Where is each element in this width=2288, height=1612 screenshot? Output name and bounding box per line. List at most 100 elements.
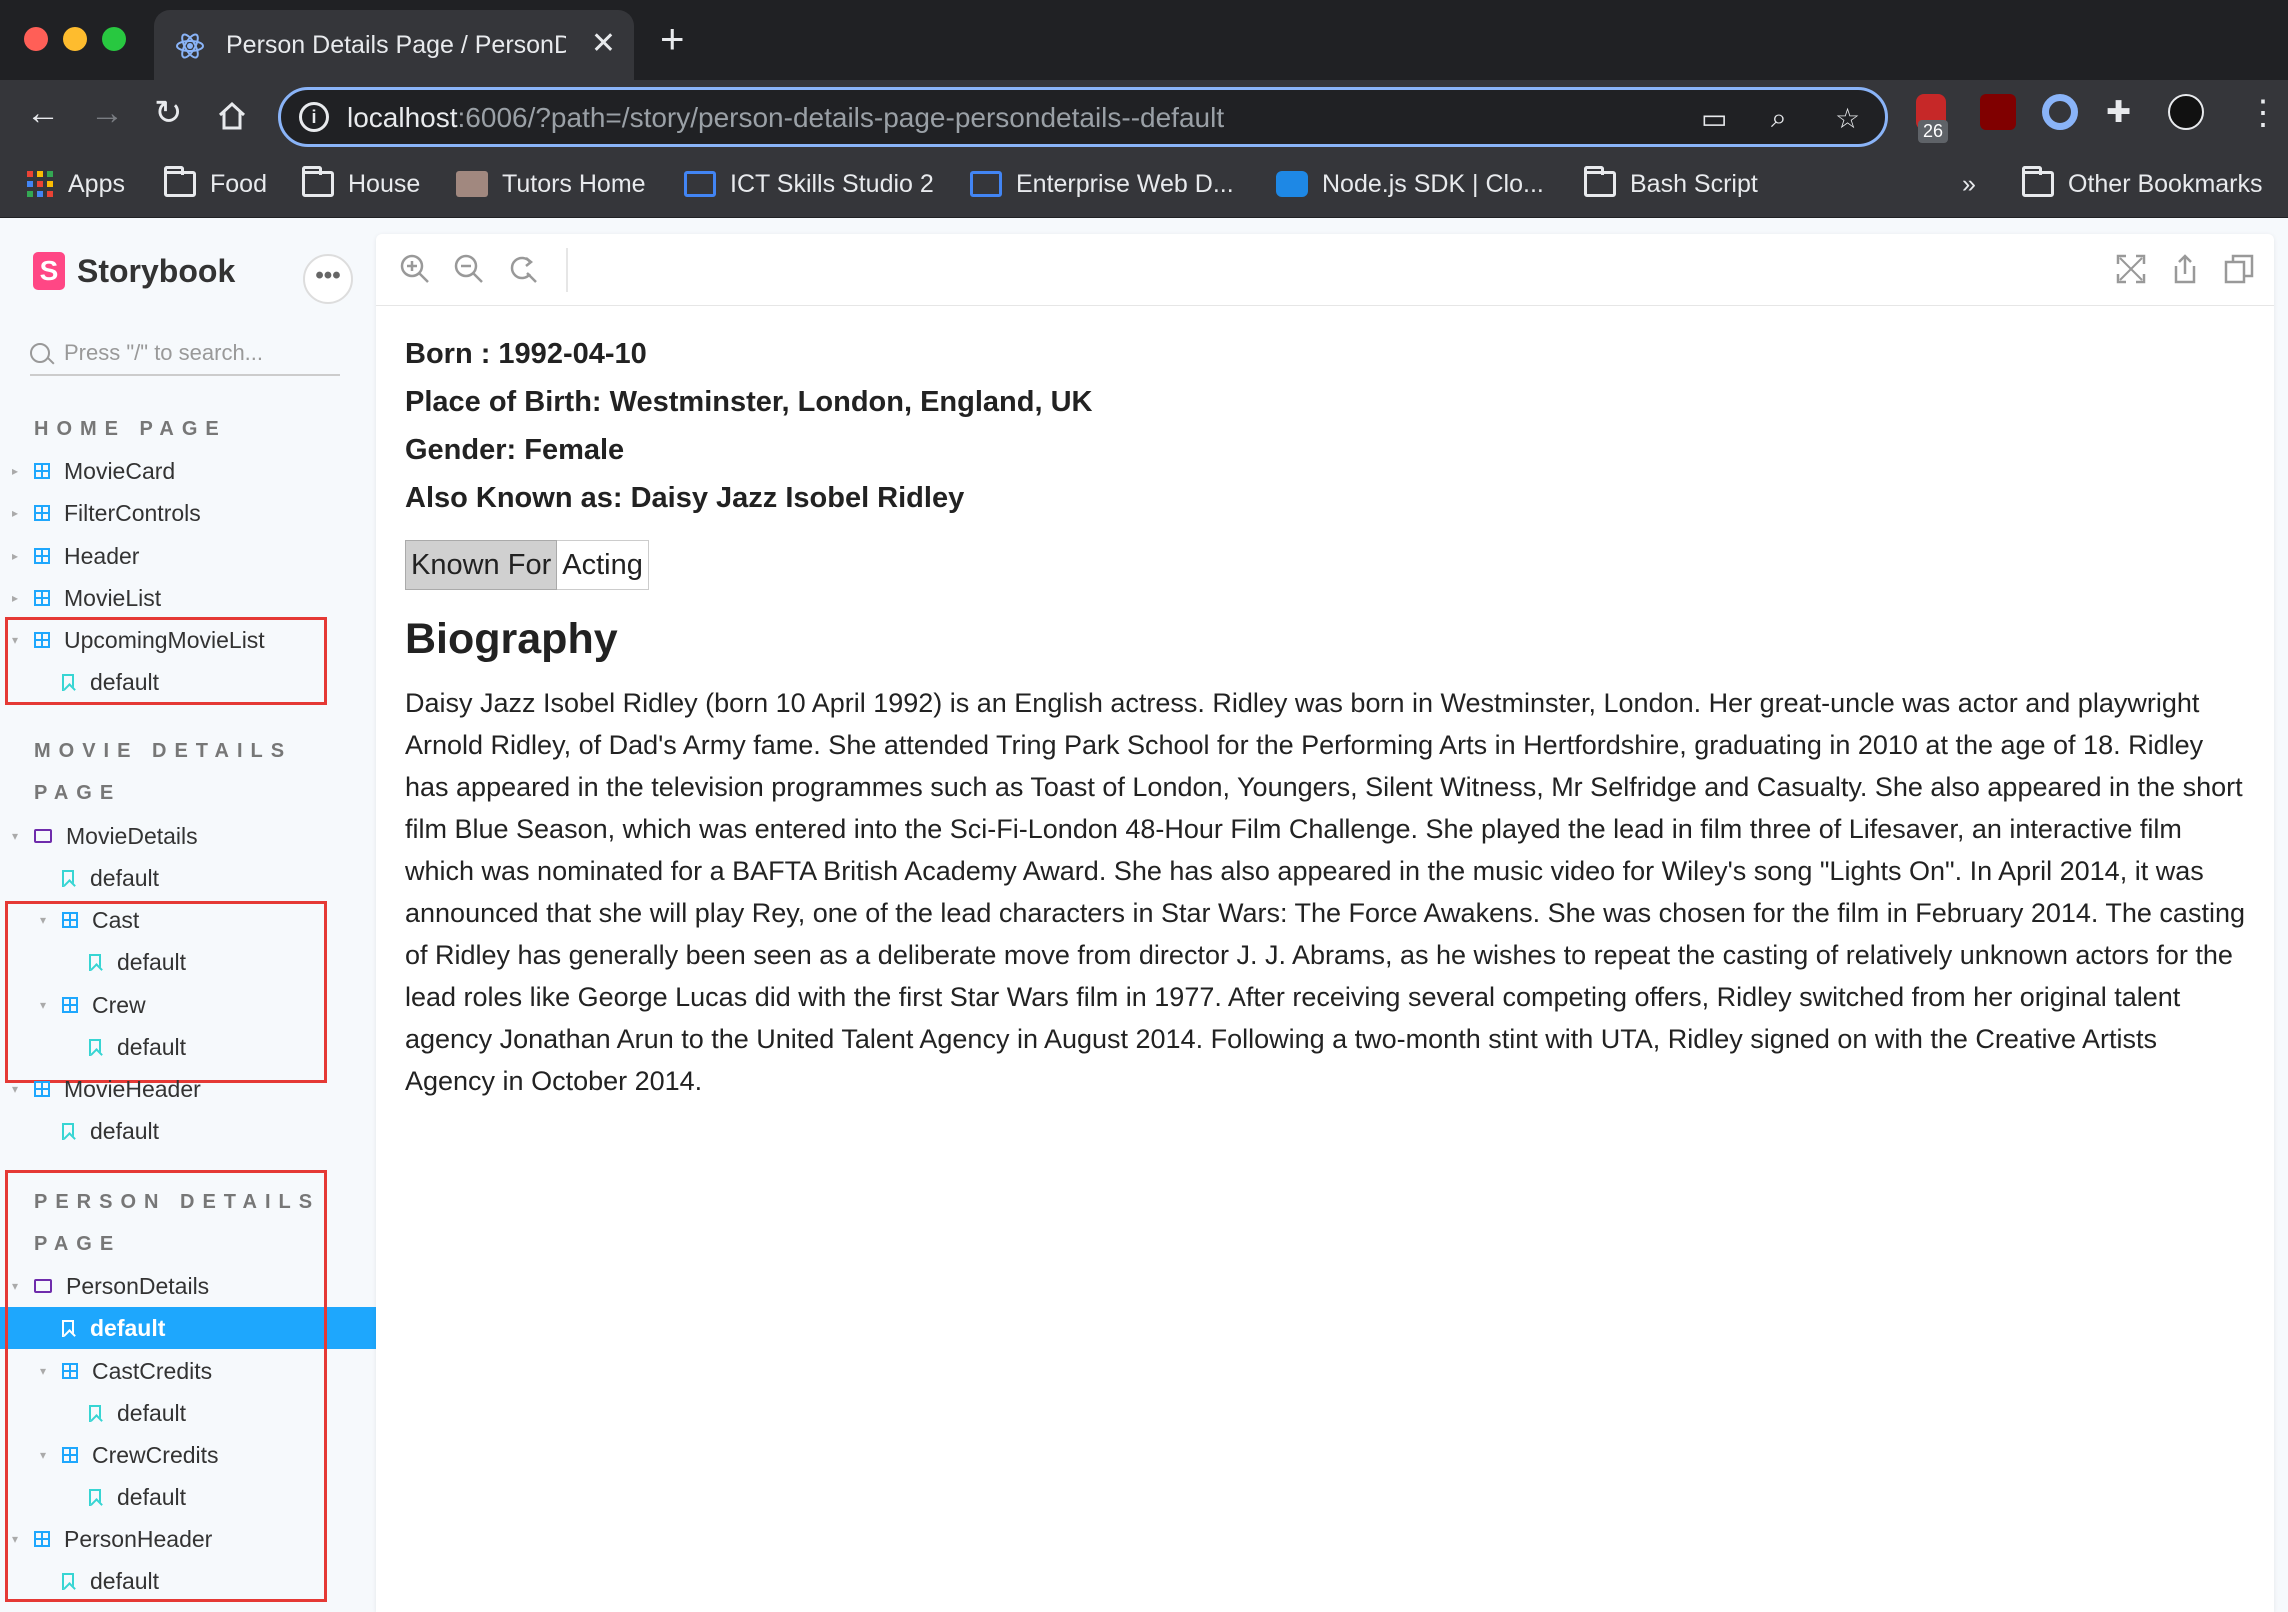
extensions-puzzle-icon[interactable]: ✚	[2106, 98, 2131, 128]
maximize-window-button[interactable]	[102, 27, 126, 51]
gender-text: Gender: Female	[405, 434, 625, 466]
new-tab-button[interactable]: +	[660, 18, 685, 60]
tree-item-moviecard[interactable]: ▸ MovieCard	[0, 450, 376, 492]
search-placeholder: Press "/" to search...	[64, 340, 264, 365]
component-icon	[34, 548, 50, 564]
site-icon	[684, 171, 716, 197]
minimize-window-button[interactable]	[63, 27, 87, 51]
story-upcomingmovielist-default[interactable]: default	[0, 661, 376, 703]
bookmark-star-icon[interactable]: ☆	[1835, 102, 1860, 135]
tree-item-moviedetails[interactable]: ▾ MovieDetails	[0, 815, 376, 857]
component-icon	[34, 590, 50, 606]
extension-badge: 26	[1918, 120, 1949, 143]
ring-extension-icon[interactable]	[2042, 94, 2078, 130]
bookmark-icon	[62, 1122, 74, 1140]
bookmark-enterprise-web[interactable]: Enterprise Web D...	[970, 164, 1234, 204]
reload-icon[interactable]: ↻	[154, 96, 183, 130]
tree-item-label: default	[117, 1399, 187, 1426]
cast-icon[interactable]: ▭	[1701, 102, 1727, 135]
component-icon	[34, 632, 50, 648]
section-movie-details-page: MOVIE DETAILS	[34, 740, 293, 762]
story-persondetails-default-selected[interactable]: default	[0, 1307, 376, 1349]
expanded-arrow-icon: ▾	[40, 1448, 47, 1462]
tree-item-persondetails[interactable]: ▾ PersonDetails	[0, 1265, 376, 1307]
story-personheader-default[interactable]: default	[0, 1560, 376, 1602]
browser-menu-icon[interactable]: ⋮	[2246, 96, 2280, 130]
bookmark-ict-skills[interactable]: ICT Skills Studio 2	[684, 164, 934, 204]
zoom-icon[interactable]: ⌕	[1771, 102, 1787, 135]
bookmark-food[interactable]: Food	[164, 164, 267, 204]
story-movieheader-default[interactable]: default	[0, 1110, 376, 1152]
tree-item-label: Header	[64, 542, 140, 569]
storybook-logo[interactable]: S Storybook	[33, 252, 235, 290]
story-crew-default[interactable]: default	[0, 1026, 376, 1068]
bookmark-apps[interactable]: Apps	[26, 164, 125, 204]
zoom-in-icon[interactable]	[398, 252, 432, 286]
folder-icon	[34, 829, 52, 843]
bookmarks-overflow-button[interactable]: »	[1962, 164, 1976, 204]
story-castcredits-default[interactable]: default	[0, 1392, 376, 1434]
bookmark-label: Bash Script	[1630, 169, 1758, 198]
tree-item-movieheader[interactable]: ▾ MovieHeader	[0, 1068, 376, 1110]
back-icon[interactable]: ←	[26, 96, 60, 130]
sidebar-search-input[interactable]: Press "/" to search...	[30, 332, 340, 376]
share-icon[interactable]	[2168, 252, 2202, 286]
section-movie-details-page-cont: PAGE	[34, 782, 122, 804]
story-moviedetails-default[interactable]: default	[0, 857, 376, 899]
forward-icon[interactable]: →	[90, 96, 124, 130]
story-crewcredits-default[interactable]: default	[0, 1476, 376, 1518]
tree-item-label: MovieDetails	[66, 822, 198, 849]
bookmark-label: Food	[210, 169, 267, 198]
zoom-reset-icon[interactable]	[506, 252, 540, 286]
bookmark-tutors-home[interactable]: Tutors Home	[456, 164, 646, 204]
tree-item-castcredits[interactable]: ▾ CastCredits	[0, 1350, 376, 1392]
close-window-button[interactable]	[24, 27, 48, 51]
tree-item-crewcredits[interactable]: ▾ CrewCredits	[0, 1434, 376, 1476]
cloud-icon	[1276, 171, 1308, 197]
tree-item-upcomingmovielist[interactable]: ▾ UpcomingMovieList	[0, 619, 376, 661]
fullscreen-icon[interactable]	[2114, 252, 2148, 286]
bookmark-house[interactable]: House	[302, 164, 420, 204]
known-for-chip: Known For Acting	[405, 540, 2245, 590]
copy-link-icon[interactable]	[2222, 252, 2256, 286]
bookmark-nodejs-sdk[interactable]: Node.js SDK | Clo...	[1276, 164, 1544, 204]
home-icon[interactable]	[216, 100, 248, 132]
tree-item-label: UpcomingMovieList	[64, 626, 265, 653]
active-tab[interactable]: Person Details Page / PersonDetails - De…	[154, 10, 634, 80]
tree-item-label: default	[90, 1117, 160, 1144]
place-of-birth-text: Place of Birth: Westminster, London, Eng…	[405, 386, 1093, 418]
tree-item-personheader[interactable]: ▾ PersonHeader	[0, 1518, 376, 1560]
component-icon	[34, 505, 50, 521]
address-bar[interactable]: i localhost:6006/?path=/story/person-det…	[278, 87, 1888, 147]
tree-item-header[interactable]: ▸ Header	[0, 535, 376, 577]
tree-item-label: MovieHeader	[64, 1075, 201, 1102]
apps-grid-icon	[27, 171, 53, 197]
tree-item-label: Cast	[92, 906, 140, 933]
tree-item-label: PersonDetails	[66, 1272, 210, 1299]
biography-text: Daisy Jazz Isobel Ridley (born 10 April …	[405, 688, 2245, 1096]
expanded-arrow-icon: ▾	[40, 913, 47, 927]
close-tab-icon[interactable]: ✕	[591, 26, 616, 61]
tree-item-label: PersonHeader	[64, 1525, 213, 1552]
more-options-button[interactable]: •••	[303, 254, 353, 304]
zoom-out-icon[interactable]	[452, 252, 486, 286]
folder-icon	[302, 166, 334, 197]
url-text: localhost:6006/?path=/story/person-detai…	[347, 102, 1225, 133]
site-info-icon[interactable]: i	[299, 102, 329, 132]
site-icon	[970, 171, 1002, 197]
bookmark-bash-script[interactable]: Bash Script	[1584, 164, 1758, 204]
browser-tab-bar: Person Details Page / PersonDetails - De…	[0, 0, 2288, 80]
tree-item-filtercontrols[interactable]: ▸ FilterControls	[0, 492, 376, 534]
tree-item-cast[interactable]: ▾ Cast	[0, 899, 376, 941]
folder-icon	[164, 166, 196, 197]
tree-item-label: FilterControls	[64, 499, 201, 526]
tree-item-crew[interactable]: ▾ Crew	[0, 984, 376, 1026]
tree-item-movielist[interactable]: ▸ MovieList	[0, 577, 376, 619]
story-cast-default[interactable]: default	[0, 941, 376, 983]
known-for-label: Known For	[405, 540, 558, 590]
storybook-sidebar: S Storybook ••• Press "/" to search... H…	[0, 218, 376, 1612]
ublock-icon[interactable]	[1980, 94, 2016, 130]
other-bookmarks[interactable]: Other Bookmarks	[2022, 164, 2263, 204]
profile-avatar[interactable]	[2168, 94, 2204, 130]
tab-title: Person Details Page / PersonDetails - De…	[226, 31, 566, 59]
